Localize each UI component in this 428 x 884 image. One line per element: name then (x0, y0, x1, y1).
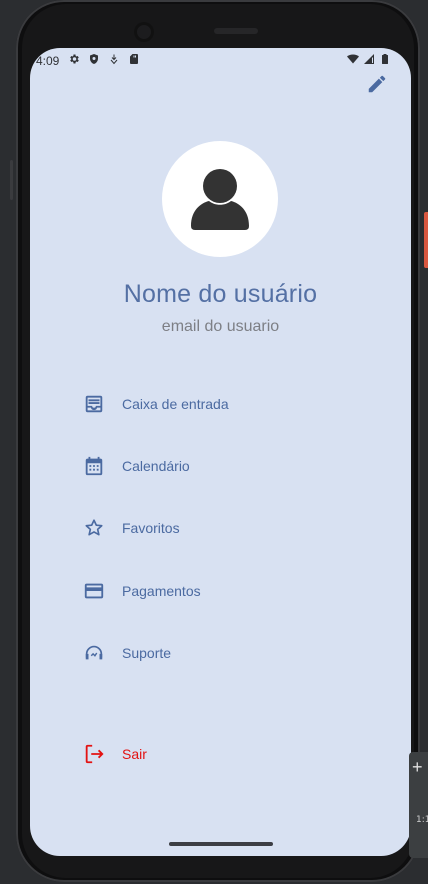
avatar (162, 141, 278, 257)
front-camera (134, 22, 154, 42)
status-time: 4:09 (36, 54, 60, 68)
menu-item-label: Caixa de entrada (122, 396, 229, 412)
pencil-icon (368, 75, 386, 93)
status-icons-left (68, 53, 140, 65)
menu-item-favorites[interactable]: Favoritos (80, 510, 180, 546)
gear-icon (70, 54, 79, 64)
wifi-icon (347, 54, 359, 64)
ide-zoom-level[interactable]: 1:1 (416, 815, 428, 825)
menu-item-inbox[interactable]: Caixa de entrada (80, 386, 229, 422)
menu-item-support[interactable]: Suporte (80, 635, 171, 671)
inbox-icon (80, 390, 108, 418)
status-icons-right (347, 53, 391, 65)
menu-item-label: Pagamentos (122, 583, 201, 599)
sd-card-icon (130, 54, 138, 64)
logout-icon (80, 740, 108, 768)
menu-item-label: Suporte (122, 645, 172, 661)
cell-signal-icon (364, 54, 374, 64)
menu-item-label: Favoritos (122, 520, 180, 536)
edit-profile-button[interactable] (365, 72, 389, 96)
user-name: Nome do usuário (123, 280, 318, 308)
status-bar: 4:09 (30, 48, 411, 74)
logout-label: Sair (122, 746, 147, 762)
battery-icon (382, 54, 388, 64)
menu-item-payments[interactable]: Pagamentos (80, 573, 201, 609)
headset-icon (80, 639, 108, 667)
app-screen: 4:09 Nome do usuário email do usuario Ca… (30, 48, 411, 856)
star-icon (80, 514, 108, 542)
ide-edge-marker (424, 212, 428, 268)
earpiece-speaker (214, 28, 258, 34)
home-indicator[interactable] (169, 842, 273, 846)
menu-item-calendar[interactable]: Calendário (80, 448, 190, 484)
credit-card-icon (80, 577, 108, 605)
shield-icon (90, 54, 98, 64)
power-button (10, 160, 13, 200)
user-email: email do usuario (161, 318, 280, 335)
ide-zoom-in-button[interactable]: + (412, 757, 423, 778)
logout-button[interactable]: Sair (80, 736, 147, 772)
person-icon (191, 169, 249, 230)
download-icon (110, 54, 118, 65)
calendar-icon (80, 452, 108, 480)
menu-item-label: Calendário (122, 458, 190, 474)
